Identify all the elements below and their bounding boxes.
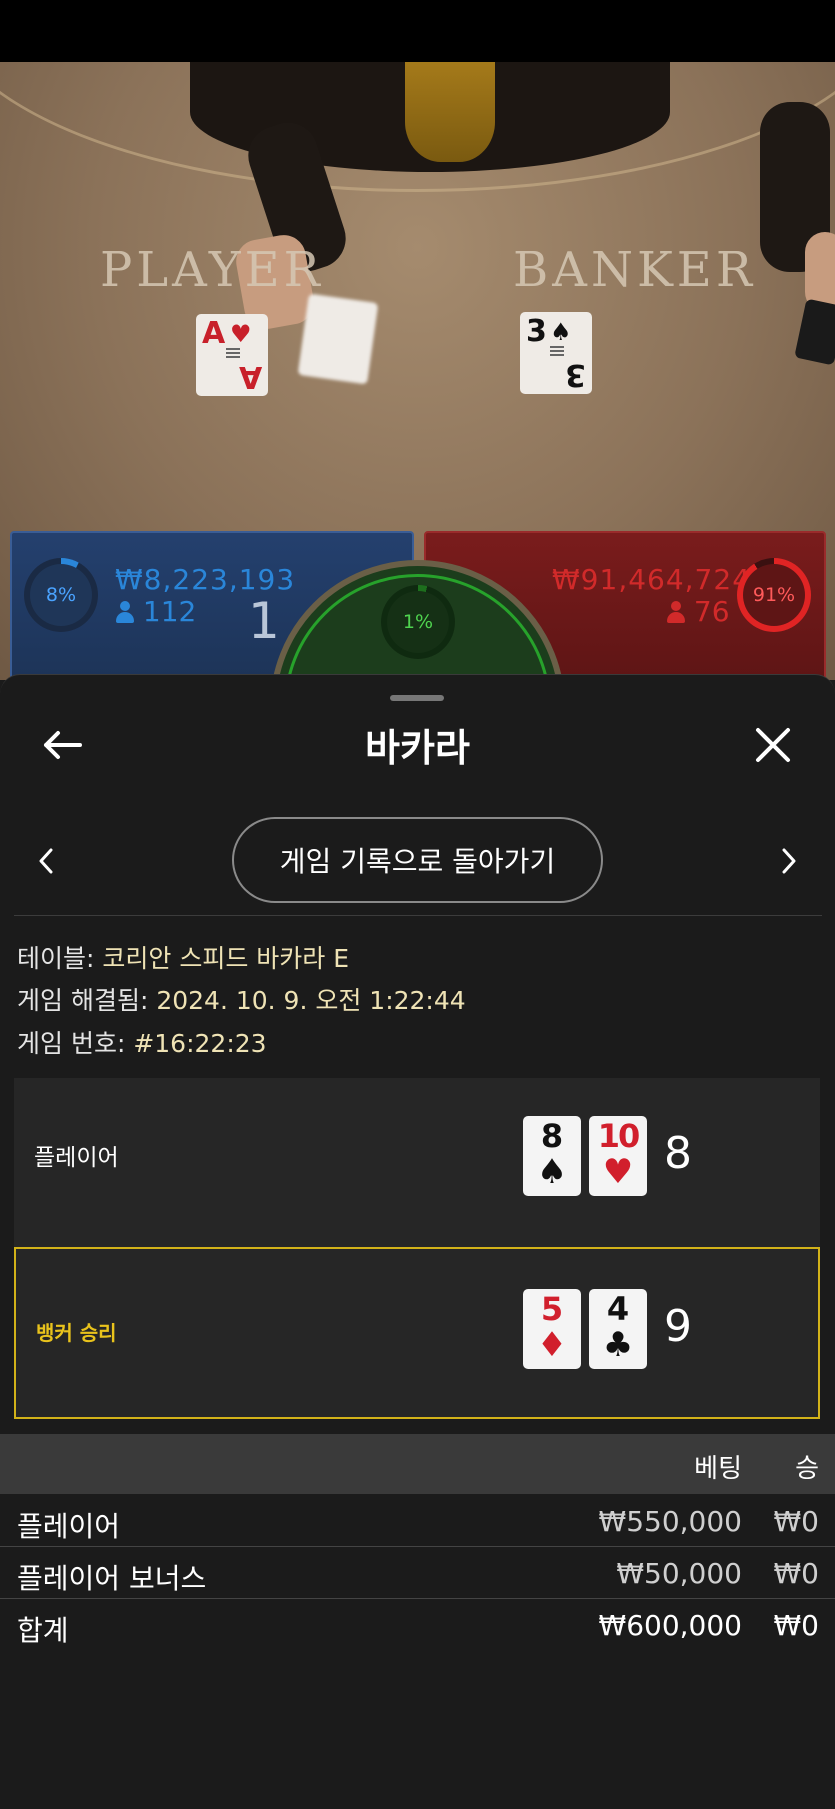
table-info: 테이블: 코리안 스피드 바카라 E <box>17 944 350 973</box>
player-score: 1 <box>248 592 280 650</box>
tie-percent-ring: 1% <box>381 585 455 659</box>
banker-hand-score: 9 <box>664 1301 692 1352</box>
player-card-2: 10 ♥ <box>589 1116 647 1196</box>
sheet-title: 바카라 <box>365 726 470 770</box>
next-game-button[interactable] <box>761 833 817 889</box>
player-count: 112 <box>116 595 196 628</box>
banker-win-label: 뱅커 승리 <box>36 1321 117 1345</box>
game-number-info: 게임 번호: #16:22:23 <box>17 1029 267 1058</box>
close-icon <box>756 728 790 762</box>
close-button[interactable] <box>745 717 801 773</box>
video-card-banker: 3 ♠ 3 <box>520 312 592 394</box>
player-card-1: 8 ♠ <box>523 1116 581 1196</box>
player-percent-label: 8% <box>30 564 92 626</box>
banker-card-2: 4 ♣ <box>589 1289 647 1369</box>
banker-percent-ring: 91% <box>737 558 811 632</box>
table-label-banker: BANKER <box>513 242 756 298</box>
dealer-garment <box>405 62 495 162</box>
banker-card-1: 5 ♦ <box>523 1289 581 1369</box>
player-hand-row: 플레이어 8 ♠ 10 ♥ 8 <box>14 1078 820 1248</box>
game-detail-sheet: 바카라 게임 기록으로 돌아가기 테이블: 코리안 스피드 바카라 E 게임 해… <box>0 674 835 1809</box>
banker-count: 76 <box>667 595 730 628</box>
table-label-player: PLAYER <box>100 242 324 298</box>
table-row: 플레이어 ₩550,000 ₩0 <box>17 1505 819 1543</box>
person-icon <box>667 601 685 623</box>
row-divider <box>0 1546 835 1547</box>
bet-column-header: 베팅 <box>694 1454 742 1484</box>
sheet-drag-handle[interactable] <box>390 695 444 701</box>
card-shoe <box>794 298 835 366</box>
banker-hand-row: 뱅커 승리 5 ♦ 4 ♣ 9 <box>14 1247 820 1419</box>
total-row: 합계 ₩600,000 ₩0 <box>17 1609 819 1647</box>
bets-table-header: 베팅 승 <box>0 1434 835 1494</box>
row-divider <box>0 1598 835 1599</box>
player-percent-ring: 8% <box>24 558 98 632</box>
banker-percent-label: 91% <box>743 564 805 626</box>
resolved-time-info: 게임 해결됨: 2024. 10. 9. 오전 1:22:44 <box>17 986 466 1015</box>
win-column-header: 승 <box>795 1454 819 1484</box>
person-icon <box>116 601 134 623</box>
video-card-dealing <box>297 293 379 385</box>
divider <box>14 915 822 916</box>
table-row: 플레이어 보너스 ₩50,000 ₩0 <box>17 1557 819 1595</box>
prev-game-button[interactable] <box>18 833 74 889</box>
tie-percent-label: 1% <box>387 591 449 653</box>
chevron-right-icon <box>782 848 796 874</box>
player-hand-label: 플레이어 <box>34 1145 119 1171</box>
chevron-left-icon <box>39 848 53 874</box>
banker-bet-amount: ₩91,464,724 <box>552 563 752 596</box>
player-hand-score: 8 <box>664 1128 692 1179</box>
back-to-history-button[interactable]: 게임 기록으로 돌아가기 <box>232 817 603 903</box>
status-bar <box>0 0 835 62</box>
video-card-player: A ♥ A <box>196 314 268 396</box>
